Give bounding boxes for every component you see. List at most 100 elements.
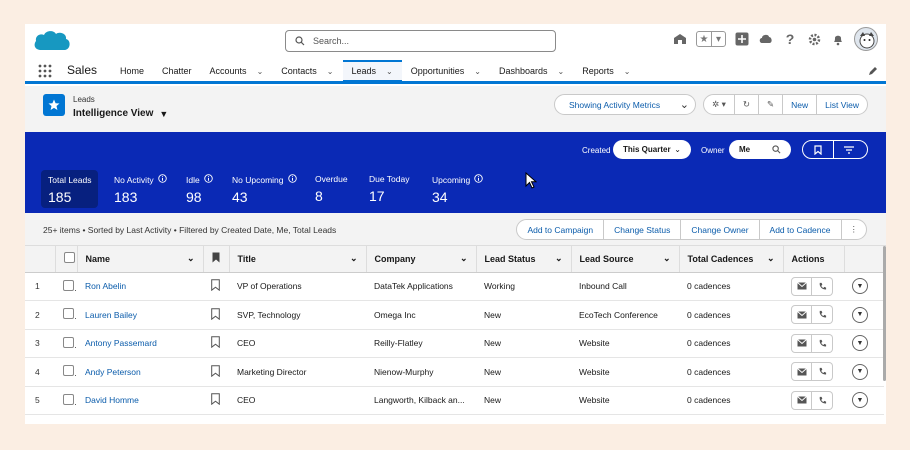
chevron-down-icon[interactable]: ⌄ (327, 67, 334, 76)
list-view-button[interactable]: List View (816, 95, 867, 114)
lead-name-link[interactable]: Antony Passemard (85, 338, 157, 348)
global-search-input[interactable]: Search... (285, 30, 556, 52)
email-icon[interactable] (791, 305, 812, 325)
phone-icon[interactable] (812, 390, 833, 410)
trailhead-icon[interactable] (672, 31, 688, 47)
metric-due-today[interactable]: Due Today 17 (369, 174, 409, 212)
created-filter-dropdown[interactable]: This Quarter ⌄ (613, 140, 691, 159)
activity-metrics-toggle[interactable]: Showing Activity Metrics ⌄ (554, 94, 696, 115)
column-header-lead-source[interactable]: Lead Source ⌄ (571, 246, 680, 273)
app-launcher-icon[interactable] (38, 64, 52, 78)
select-all-header[interactable] (55, 246, 78, 273)
new-button[interactable]: New (782, 95, 816, 114)
edit-pencil-icon[interactable]: ✎ (758, 95, 782, 114)
email-icon[interactable] (791, 362, 812, 382)
chevron-down-icon[interactable]: ⌄ (767, 253, 775, 264)
chevron-down-icon[interactable]: ⌄ (257, 67, 264, 76)
chevron-down-icon[interactable]: ⌄ (350, 253, 358, 264)
user-avatar[interactable] (854, 27, 878, 51)
chevron-down-icon[interactable]: ▼ (852, 278, 868, 295)
row-checkbox[interactable] (63, 279, 74, 291)
column-header-company[interactable]: Company ⌄ (366, 246, 477, 273)
select-all-checkbox[interactable] (63, 252, 75, 264)
phone-icon[interactable] (812, 333, 833, 353)
salesforce-logo[interactable] (32, 28, 72, 54)
info-icon[interactable] (203, 174, 213, 185)
column-header-total-cadences[interactable]: Total Cadences ⌄ (679, 246, 784, 273)
table-row[interactable]: 2 Lauren Bailey SVP, Technology Omega Inc Ne… (25, 300, 884, 330)
nav-tab-chatter[interactable]: Chatter (153, 60, 201, 82)
favorites-group[interactable]: ★ ▾ (696, 31, 726, 47)
metric-total-leads[interactable]: Total Leads 185 (41, 170, 99, 208)
chevron-down-icon[interactable]: ▼ (852, 306, 868, 323)
row-checkbox[interactable] (63, 336, 74, 348)
bookmark-cell[interactable] (203, 329, 229, 358)
bookmark-cell[interactable] (203, 414, 229, 424)
change-owner-button[interactable]: Change Owner (680, 220, 758, 239)
star-icon[interactable]: ★ (697, 32, 711, 46)
nav-tab-opportunities[interactable]: Opportunities ⌄ (402, 60, 490, 82)
row-checkbox[interactable] (63, 365, 74, 377)
row-select-cell[interactable] (55, 414, 77, 424)
refresh-icon[interactable]: ↻ (733, 95, 758, 114)
lead-name-link[interactable]: David Homme (85, 395, 139, 405)
email-icon[interactable] (791, 276, 812, 296)
row-select-cell[interactable] (55, 300, 77, 330)
metric-no-upcoming[interactable]: No Upcoming 43 (232, 174, 297, 212)
change-status-button[interactable]: Change Status (603, 220, 680, 239)
table-row[interactable] (25, 414, 884, 424)
metric-idle[interactable]: Idle 98 (186, 174, 213, 212)
chevron-down-icon[interactable]: ⌄ (460, 253, 468, 264)
chevron-down-icon[interactable]: ⌄ (555, 253, 563, 264)
help-icon[interactable]: ? (782, 31, 798, 47)
caret-down-icon[interactable]: ▾ (711, 32, 725, 46)
row-select-cell[interactable] (55, 272, 77, 301)
nav-tab-home[interactable]: Home (111, 60, 153, 82)
metric-overdue[interactable]: Overdue 8 (315, 174, 348, 212)
lead-name-link[interactable]: Andy Peterson (85, 367, 141, 377)
info-icon[interactable] (287, 174, 297, 185)
chevron-down-icon[interactable]: ⌄ (474, 67, 481, 76)
column-header-lead-status[interactable]: Lead Status ⌄ (476, 246, 572, 273)
table-row[interactable]: 1 Ron Abelin VP of Operations DataTek Appli… (25, 272, 884, 301)
setup-assistant-icon[interactable] (758, 31, 774, 47)
chevron-down-icon[interactable]: ⌄ (624, 67, 631, 76)
table-row[interactable]: 5 David Homme CEO Langworth, Kilback an... N… (25, 386, 884, 415)
row-checkbox[interactable] (63, 393, 74, 405)
add-to-campaign-button[interactable]: Add to Campaign (517, 220, 603, 239)
chevron-down-icon[interactable]: ⌄ (187, 253, 195, 264)
row-checkbox[interactable] (63, 308, 74, 320)
chevron-down-icon[interactable]: ▼ (852, 363, 868, 380)
edit-nav-pencil-icon[interactable] (868, 66, 878, 76)
phone-icon[interactable] (812, 305, 833, 325)
notifications-bell-icon[interactable] (830, 31, 846, 47)
metric-no-activity[interactable]: No Activity 183 (114, 174, 167, 212)
gear-icon[interactable] (806, 31, 822, 47)
column-header-name[interactable]: Name ⌄ (77, 246, 204, 273)
list-view-selector[interactable]: Intelligence View ▼ (73, 108, 168, 119)
nav-tab-contacts[interactable]: Contacts ⌄ (272, 60, 342, 82)
phone-icon[interactable] (812, 276, 833, 296)
bookmark-cell[interactable] (203, 300, 229, 330)
vertical-scrollbar[interactable] (883, 246, 886, 381)
global-actions-add-icon[interactable] (734, 31, 750, 47)
info-icon[interactable] (157, 174, 167, 185)
bookmark-icon[interactable] (803, 141, 833, 158)
table-row[interactable]: 3 Antony Passemard CEO Reilly-Flatley New Web… (25, 329, 884, 358)
email-icon[interactable] (791, 390, 812, 410)
nav-tab-leads[interactable]: Leads ⌄ (342, 60, 402, 82)
chevron-down-icon[interactable]: ⌄ (558, 67, 565, 76)
bookmark-cell[interactable] (203, 386, 229, 415)
bookmark-cell[interactable] (203, 357, 229, 387)
more-actions-icon[interactable]: ⋮ (840, 220, 867, 239)
row-select-cell[interactable] (55, 386, 77, 415)
row-select-cell[interactable] (55, 329, 77, 358)
nav-tab-reports[interactable]: Reports ⌄ (573, 60, 639, 82)
nav-tab-accounts[interactable]: Accounts ⌄ (201, 60, 273, 82)
phone-icon[interactable] (812, 362, 833, 382)
add-to-cadence-button[interactable]: Add to Cadence (758, 220, 841, 239)
filter-lines-icon[interactable] (833, 141, 863, 158)
lead-name-link[interactable]: Lauren Bailey (85, 310, 137, 320)
owner-filter-input[interactable]: Me (729, 140, 791, 159)
email-icon[interactable] (791, 333, 812, 353)
